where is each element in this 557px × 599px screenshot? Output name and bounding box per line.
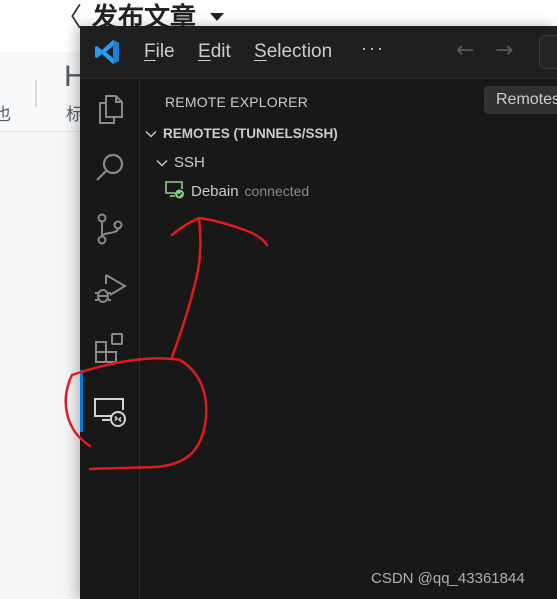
watermark: CSDN @qq_43361844	[371, 570, 525, 587]
vscode-logo-icon	[95, 40, 119, 64]
command-center[interactable]	[539, 35, 557, 69]
explorer-icon[interactable]	[92, 91, 128, 127]
toolbar-label: 也	[0, 105, 11, 125]
connected-host-icon	[165, 181, 184, 199]
host-name: Debain	[191, 183, 239, 200]
search-icon[interactable]	[92, 150, 128, 186]
tree-host-item[interactable]: Debain connected	[165, 181, 309, 200]
remote-explorer-sidebar: REMOTE EXPLORER Remotes REMOTES (TUNNELS…	[141, 80, 557, 599]
back-icon[interactable]: 〈	[56, 5, 82, 31]
vscode-window: File Edit Selection ··· ← → REMOTE EXPLO…	[80, 26, 557, 599]
run-debug-icon[interactable]	[92, 270, 128, 306]
activity-bar	[80, 80, 140, 599]
extensions-icon[interactable]	[92, 330, 128, 366]
toolbar-divider	[35, 80, 37, 107]
host-status: connected	[244, 183, 310, 199]
sidebar-title: REMOTE EXPLORER	[165, 94, 309, 110]
source-control-icon[interactable]	[92, 210, 128, 246]
screenshot-root: 〈 发布文章 H 也 标 File Edit Selection ··· ← →	[0, 0, 557, 599]
menu-file[interactable]: File	[144, 41, 175, 63]
chevron-down-icon	[156, 160, 168, 167]
remotes-view-picker[interactable]: Remotes	[484, 86, 557, 114]
title-bar: File Edit Selection ··· ← →	[80, 26, 557, 79]
remotes-section-header[interactable]: REMOTES (TUNNELS/SSH)	[145, 126, 338, 141]
menu-edit[interactable]: Edit	[198, 41, 231, 63]
tree-group-ssh[interactable]: SSH	[156, 154, 205, 171]
nav-back-icon[interactable]: ←	[456, 40, 474, 62]
nav-forward-icon[interactable]: →	[495, 40, 513, 62]
chevron-down-icon	[145, 131, 157, 138]
more-menu-icon[interactable]: ···	[361, 38, 385, 59]
active-indicator	[80, 370, 83, 432]
title-dropdown-icon[interactable]	[210, 13, 224, 21]
remote-explorer-icon[interactable]	[92, 393, 128, 429]
menu-selection[interactable]: Selection	[254, 41, 332, 63]
